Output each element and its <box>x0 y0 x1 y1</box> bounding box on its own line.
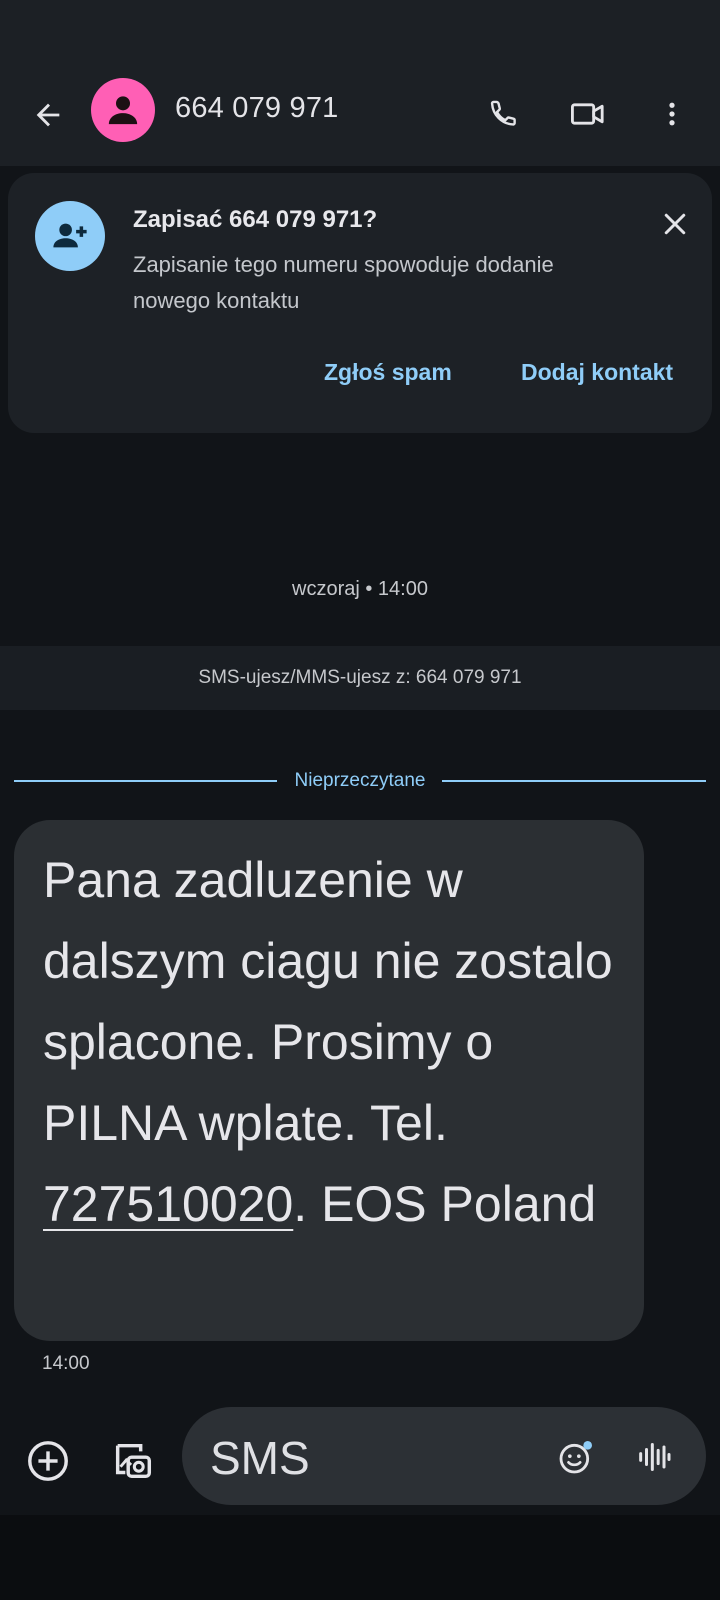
emoji-icon <box>559 1441 592 1474</box>
add-contact-button[interactable]: Dodaj kontakt <box>521 359 673 386</box>
voice-icon <box>639 1443 671 1471</box>
add-attachment-button[interactable] <box>22 1435 74 1487</box>
dismiss-card-button[interactable] <box>650 199 700 249</box>
message-bubble[interactable]: Pana zadluzenie w dalszym ciagu nie zost… <box>14 820 644 1341</box>
more-options-button[interactable] <box>644 86 700 142</box>
contact-title: 664 079 971 <box>175 92 339 124</box>
voice-message-button[interactable] <box>630 1433 678 1481</box>
video-call-button[interactable] <box>560 86 616 142</box>
sms-info-text: SMS-ujesz/MMS-ujesz z: 664 079 971 <box>198 667 522 688</box>
more-vert-icon <box>669 102 675 126</box>
save-card-description: Zapisanie tego numeru spowoduje dodanie … <box>133 252 554 313</box>
message-time: 14:00 <box>42 1353 90 1374</box>
message-input[interactable]: SMS <box>182 1407 706 1505</box>
date-header: wczoraj • 14:00 <box>292 578 428 600</box>
add-circle-icon <box>28 1441 68 1481</box>
contact-add-badge <box>35 201 105 271</box>
emoji-button[interactable] <box>552 1433 600 1481</box>
back-button[interactable] <box>22 89 74 141</box>
video-call-icon <box>571 103 604 125</box>
unread-divider: Nieprzeczytane <box>14 770 706 792</box>
message-input-placeholder: SMS <box>210 1432 310 1484</box>
close-icon <box>664 213 686 235</box>
save-contact-card: Zapisać 664 079 971? Zapisanie tego nume… <box>8 173 712 433</box>
phone-number-link[interactable]: 727510020 <box>43 1176 293 1232</box>
message-text: Pana zadluzenie w dalszym ciagu nie zost… <box>43 840 633 1245</box>
call-button[interactable] <box>476 86 532 142</box>
report-spam-button[interactable]: Zgłoś spam <box>324 359 452 386</box>
avatar[interactable] <box>91 78 155 142</box>
divider-line-right <box>442 780 706 782</box>
divider-line-left <box>14 780 277 782</box>
message-text-start: Pana zadluzenie w dalszym ciagu nie zost… <box>43 852 613 1151</box>
arrow-back-icon <box>36 103 60 127</box>
save-card-title: Zapisać 664 079 971? <box>133 206 378 233</box>
status-bar <box>0 0 720 60</box>
phone-icon <box>490 100 516 126</box>
person-add-icon <box>53 223 87 248</box>
composer: SMS <box>0 1395 720 1515</box>
sms-info-banner: SMS-ujesz/MMS-ujesz z: 664 079 971 <box>0 646 720 710</box>
app-bar: 664 079 971 <box>0 60 720 166</box>
person-icon <box>108 96 138 125</box>
gallery-icon <box>115 1443 152 1479</box>
gallery-button[interactable] <box>106 1435 160 1487</box>
navigation-bar <box>0 1515 720 1600</box>
message-text-end: . EOS Poland <box>293 1176 597 1232</box>
unread-label: Nieprzeczytane <box>294 770 426 791</box>
